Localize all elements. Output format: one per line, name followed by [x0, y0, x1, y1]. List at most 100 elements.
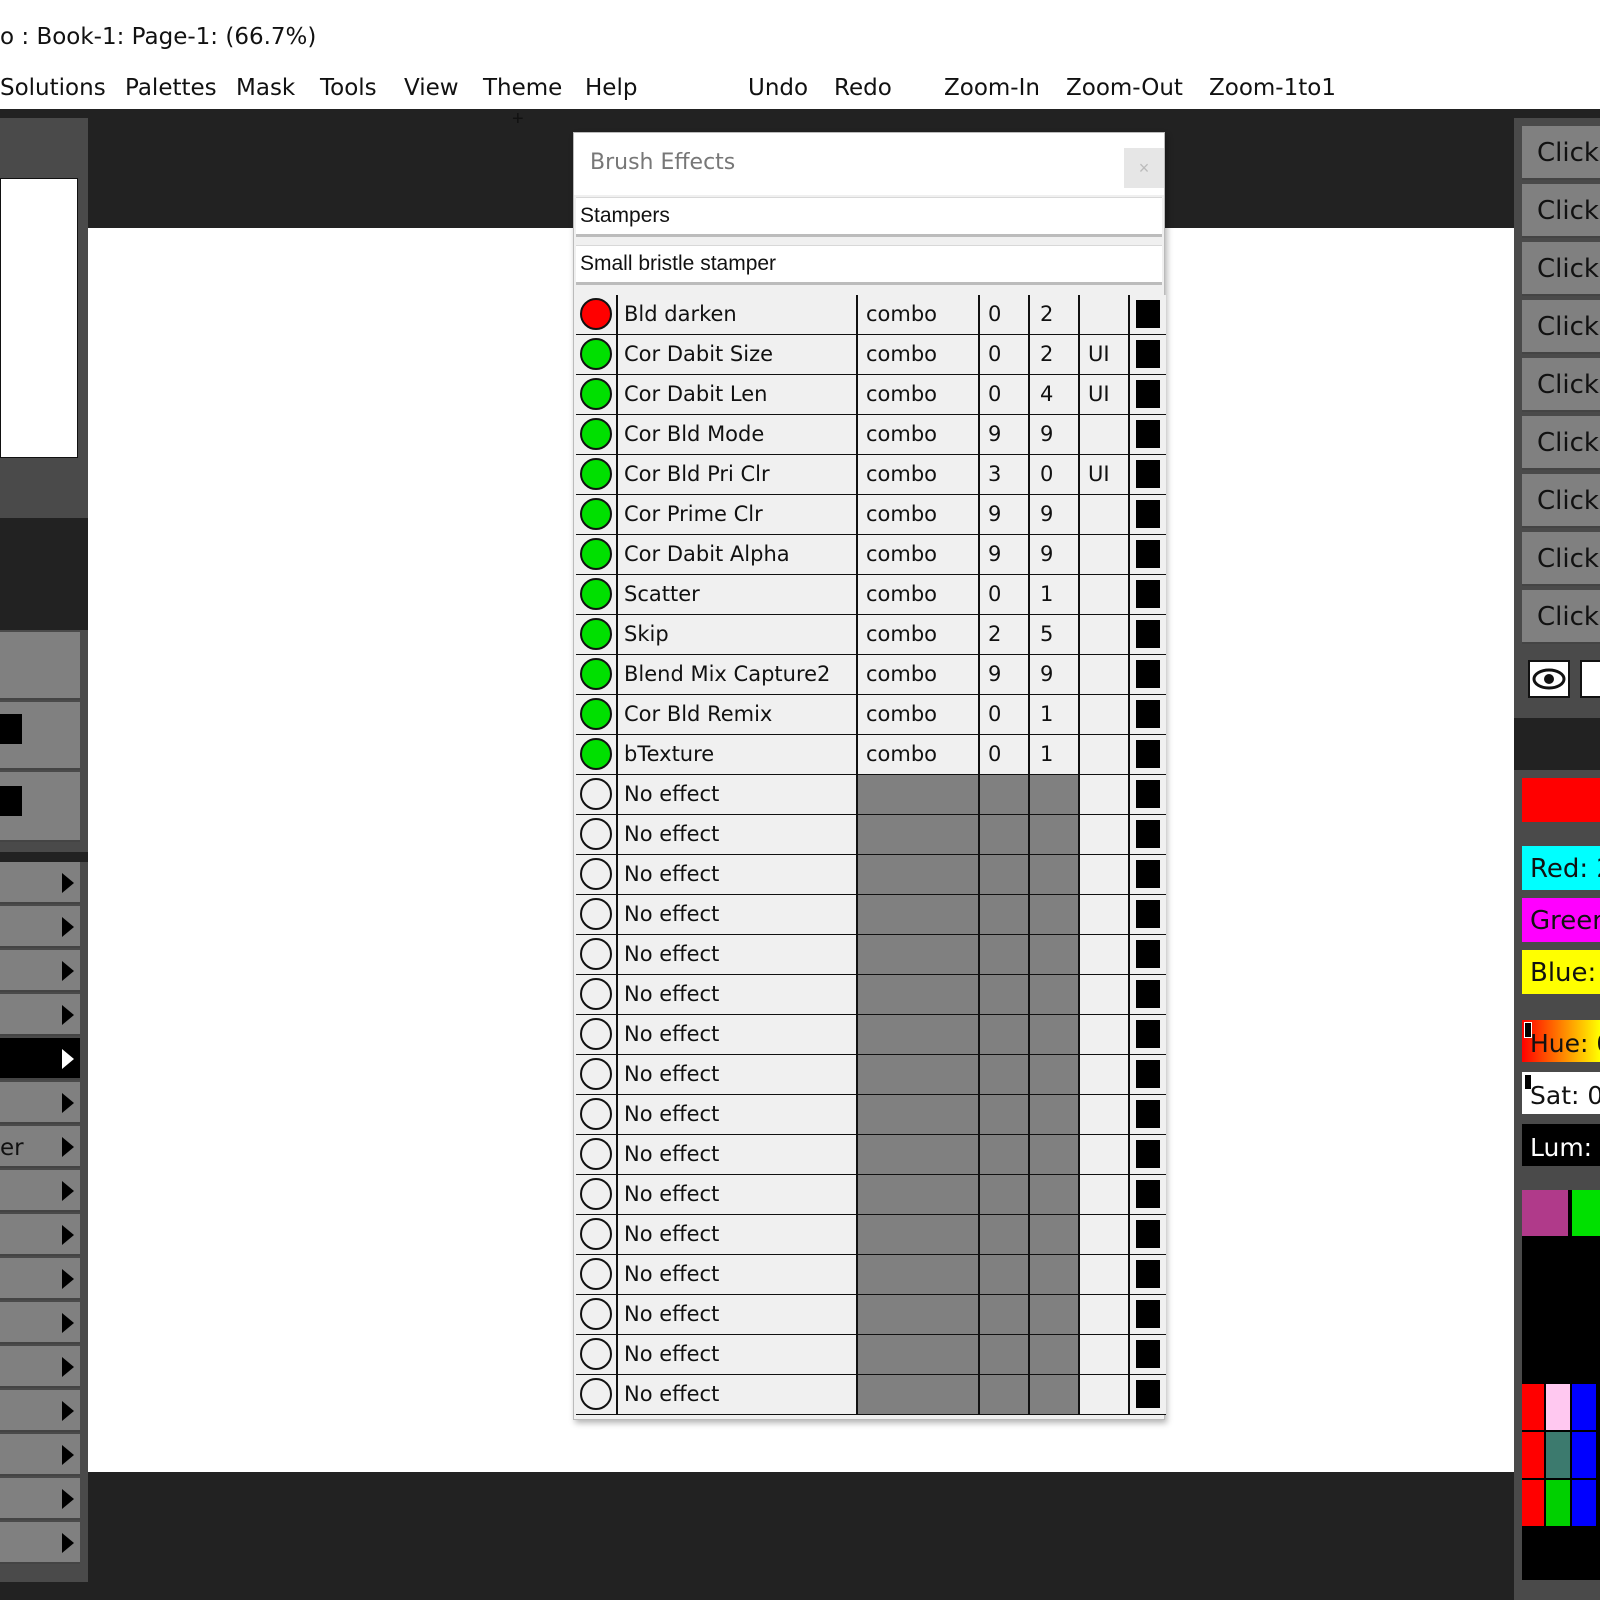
effect-ui-flag[interactable] [1080, 1015, 1130, 1054]
effect-row[interactable]: No effect [576, 775, 1166, 815]
effect-toggle[interactable] [576, 455, 618, 494]
effect-status-icon[interactable] [580, 378, 612, 410]
effect-name[interactable]: No effect [618, 1375, 858, 1414]
effect-type[interactable]: combo [858, 375, 980, 414]
effect-toggle[interactable] [576, 1135, 618, 1174]
effect-value-b[interactable]: 9 [1030, 655, 1080, 694]
effect-status-icon[interactable] [580, 1018, 612, 1050]
effect-row[interactable]: Blend Mix Capture2 combo 9 9 [576, 655, 1166, 695]
expand-arrow-icon[interactable] [62, 1269, 74, 1289]
menu-zoom-1to1[interactable]: Zoom-1to1 [1209, 75, 1336, 101]
effect-type[interactable] [858, 1175, 980, 1214]
effect-toggle[interactable] [576, 375, 618, 414]
effect-status-icon[interactable] [580, 1058, 612, 1090]
effect-status-icon[interactable] [580, 658, 612, 690]
effect-type[interactable] [858, 895, 980, 934]
effect-value-b[interactable] [1030, 1175, 1080, 1214]
effect-value-b[interactable] [1030, 1055, 1080, 1094]
effect-value-b[interactable]: 1 [1030, 575, 1080, 614]
left-list-item[interactable] [0, 994, 80, 1036]
effect-status-icon[interactable] [580, 618, 612, 650]
effect-row[interactable]: No effect [576, 1095, 1166, 1135]
effect-value-a[interactable] [980, 895, 1030, 934]
effect-color-chip[interactable] [1130, 775, 1166, 814]
effect-status-icon[interactable] [580, 898, 612, 930]
left-list-item[interactable] [0, 1434, 80, 1476]
effect-value-a[interactable]: 0 [980, 375, 1030, 414]
effect-type[interactable]: combo [858, 455, 980, 494]
effect-color-chip[interactable] [1130, 1215, 1166, 1254]
effect-value-a[interactable]: 0 [980, 575, 1030, 614]
effect-value-b[interactable]: 9 [1030, 415, 1080, 454]
effect-name[interactable]: No effect [618, 775, 858, 814]
effect-status-icon[interactable] [580, 938, 612, 970]
effect-type[interactable] [858, 1135, 980, 1174]
effect-value-b[interactable]: 1 [1030, 695, 1080, 734]
effect-value-b[interactable]: 9 [1030, 495, 1080, 534]
expand-arrow-icon[interactable] [62, 1137, 74, 1157]
effect-row[interactable]: No effect [576, 1375, 1166, 1415]
click-button[interactable]: Click t [1522, 358, 1600, 412]
effect-color-chip[interactable] [1130, 335, 1166, 374]
expand-arrow-icon[interactable] [62, 1225, 74, 1245]
effect-name[interactable]: Cor Dabit Size [618, 335, 858, 374]
effect-type[interactable]: combo [858, 735, 980, 774]
left-list-item[interactable] [0, 1390, 80, 1432]
menu-palettes[interactable]: Palettes [125, 75, 217, 101]
effect-name[interactable]: No effect [618, 1175, 858, 1214]
effect-color-chip[interactable] [1130, 735, 1166, 774]
effect-row[interactable]: Cor Prime Clr combo 9 9 [576, 495, 1166, 535]
left-list-item[interactable] [0, 1522, 80, 1564]
effect-value-a[interactable]: 0 [980, 735, 1030, 774]
effect-color-chip[interactable] [1130, 1095, 1166, 1134]
expand-arrow-icon[interactable] [62, 1181, 74, 1201]
expand-arrow-icon[interactable] [62, 1401, 74, 1421]
effect-status-icon[interactable] [580, 1218, 612, 1250]
effect-value-b[interactable]: 5 [1030, 615, 1080, 654]
expand-arrow-icon[interactable] [62, 1049, 74, 1069]
effect-status-icon[interactable] [580, 1258, 612, 1290]
effect-value-b[interactable] [1030, 855, 1080, 894]
effect-row[interactable]: No effect [576, 815, 1166, 855]
effect-toggle[interactable] [576, 1015, 618, 1054]
effect-value-a[interactable] [980, 1095, 1030, 1134]
effect-row[interactable]: No effect [576, 935, 1166, 975]
effect-row[interactable]: No effect [576, 1215, 1166, 1255]
click-button[interactable]: Click t [1522, 416, 1600, 470]
effect-type[interactable]: combo [858, 575, 980, 614]
effect-value-a[interactable] [980, 935, 1030, 974]
color-palette[interactable] [1522, 1190, 1600, 1580]
effect-name[interactable]: No effect [618, 1055, 858, 1094]
effect-ui-flag[interactable] [1080, 535, 1130, 574]
effect-value-b[interactable] [1030, 1015, 1080, 1054]
effect-value-b[interactable] [1030, 815, 1080, 854]
menu-theme[interactable]: Theme [483, 75, 562, 101]
effect-row[interactable]: Cor Bld Pri Clr combo 3 0 UI [576, 455, 1166, 495]
effect-name[interactable]: No effect [618, 975, 858, 1014]
effect-name[interactable]: No effect [618, 1135, 858, 1174]
expand-arrow-icon[interactable] [62, 1445, 74, 1465]
effect-ui-flag[interactable] [1080, 1055, 1130, 1094]
effect-row[interactable]: No effect [576, 1255, 1166, 1295]
palette-swatch[interactable] [1522, 1432, 1544, 1478]
menu-zoom-in[interactable]: Zoom-In [944, 75, 1040, 101]
effect-toggle[interactable] [576, 1295, 618, 1334]
effect-value-a[interactable]: 0 [980, 695, 1030, 734]
effect-value-a[interactable]: 0 [980, 295, 1030, 334]
effect-status-icon[interactable] [580, 538, 612, 570]
effect-value-a[interactable] [980, 1015, 1030, 1054]
effect-type[interactable] [858, 1095, 980, 1134]
expand-arrow-icon[interactable] [62, 1093, 74, 1113]
effect-color-chip[interactable] [1130, 575, 1166, 614]
effect-type[interactable] [858, 1015, 980, 1054]
effect-color-chip[interactable] [1130, 615, 1166, 654]
effect-type[interactable] [858, 935, 980, 974]
effect-ui-flag[interactable] [1080, 1135, 1130, 1174]
left-list-item[interactable] [0, 862, 80, 904]
effect-name[interactable]: Skip [618, 615, 858, 654]
effect-toggle[interactable] [576, 735, 618, 774]
effect-value-b[interactable] [1030, 1335, 1080, 1374]
effect-row[interactable]: No effect [576, 1015, 1166, 1055]
effect-color-chip[interactable] [1130, 975, 1166, 1014]
menu-solutions[interactable]: Solutions [0, 75, 106, 101]
